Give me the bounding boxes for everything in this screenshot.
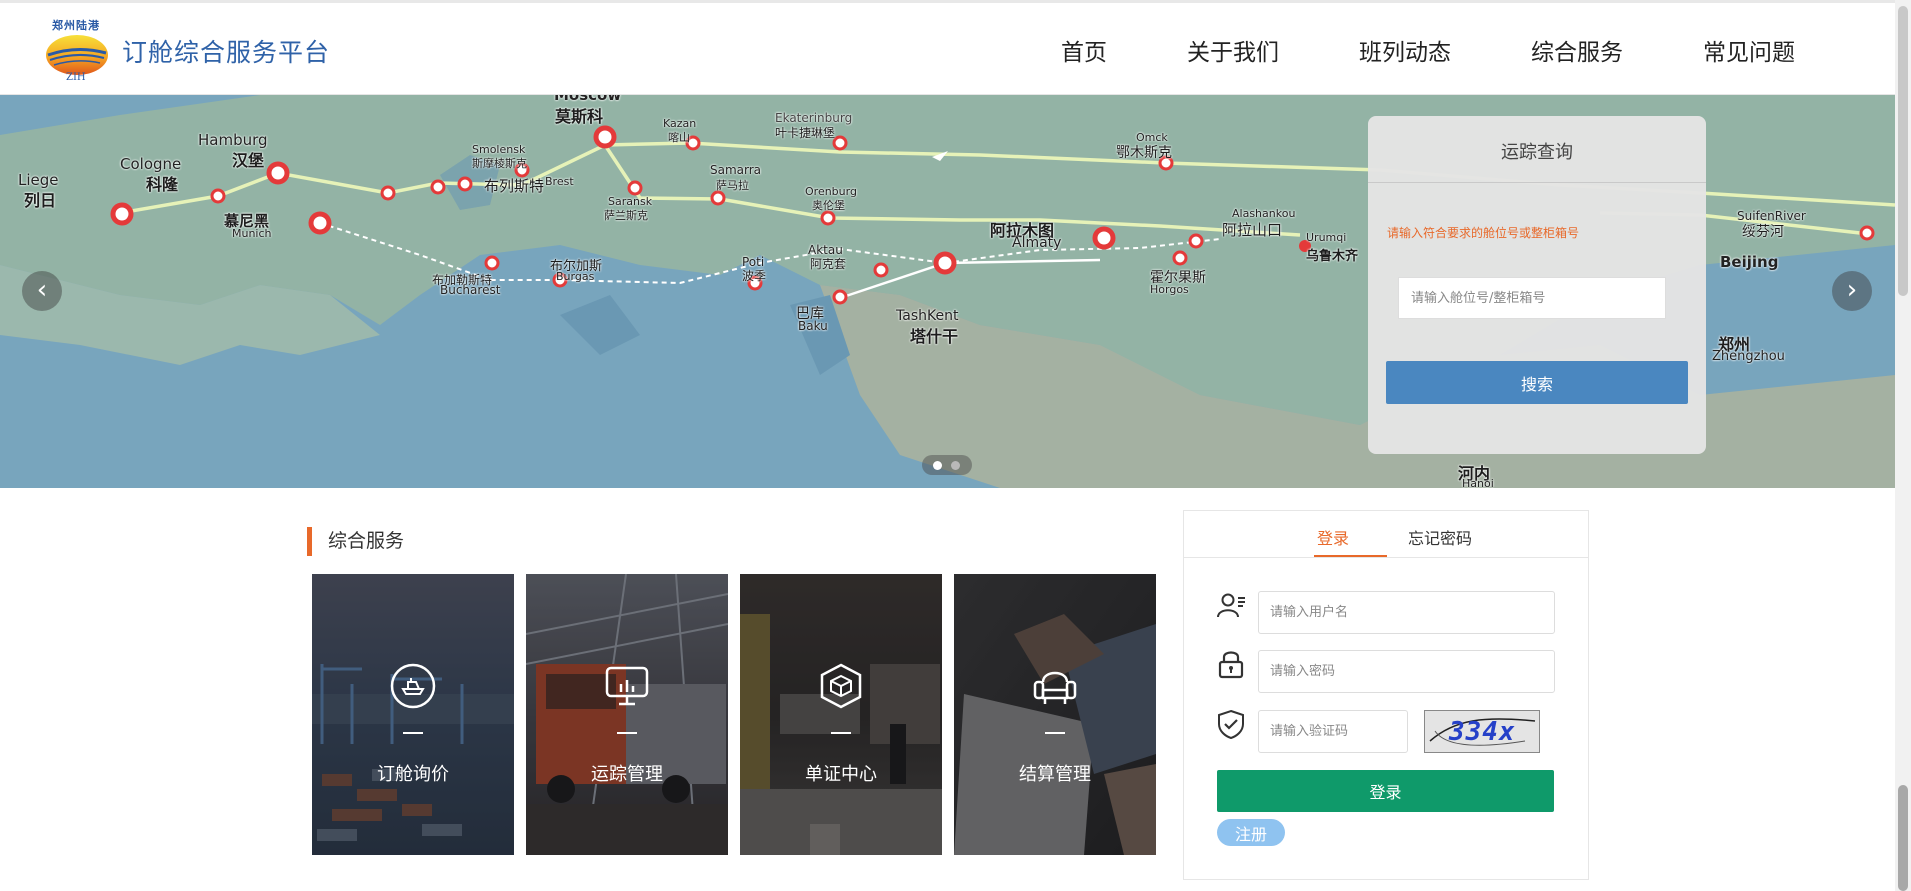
map-label: 绥芬河	[1742, 224, 1784, 240]
card-divider	[1045, 732, 1065, 734]
map-label: 叶卡捷琳堡	[775, 126, 836, 140]
map-label: 萨兰斯克	[604, 209, 648, 222]
tracking-panel: 运踪查询 请输入符合要求的舱位号或整柜箱号 搜索	[1368, 116, 1706, 454]
office-photo	[954, 574, 1156, 855]
services-title: 综合服务	[307, 527, 404, 556]
login-panel: 登录 忘记密码 334x 登录	[1183, 510, 1589, 880]
map-label: 喀山	[668, 131, 690, 144]
carousel-dot-2[interactable]	[951, 461, 960, 470]
carousel-dot-1[interactable]	[933, 461, 942, 470]
main-nav: 首页 关于我们 班列动态 综合服务 常见问题	[1021, 33, 1835, 67]
tab-login[interactable]: 登录	[1317, 525, 1349, 549]
register-button[interactable]: 注册	[1217, 819, 1285, 846]
map-label: 汉堡	[232, 151, 265, 170]
map-label: 列日	[24, 191, 57, 210]
service-card-booking[interactable]: 订舱询价	[312, 574, 514, 855]
carousel-next-button[interactable]: ›	[1832, 271, 1872, 311]
captcha-text: 334x	[1449, 717, 1516, 747]
map-label: 莫斯科	[555, 107, 604, 126]
service-label: 运踪管理	[591, 764, 663, 785]
logo-emblem-icon	[46, 35, 108, 75]
user-icon	[1217, 593, 1245, 618]
map-label: 波季	[742, 269, 767, 283]
service-label: 结算管理	[1019, 764, 1091, 785]
map-label-en: Munich	[232, 227, 272, 240]
nav-train-news[interactable]: 班列动态	[1319, 33, 1491, 67]
map-label-en: Zhengzhou	[1712, 349, 1785, 364]
password-input[interactable]	[1258, 650, 1555, 693]
card-divider	[403, 732, 423, 734]
username-input[interactable]	[1258, 591, 1555, 634]
service-card-documents[interactable]: 单证中心	[740, 574, 942, 855]
terminal-photo	[740, 574, 942, 855]
ship-icon	[390, 663, 436, 709]
captcha-image[interactable]: 334x	[1424, 710, 1540, 753]
map-label-en: Almaty	[1012, 235, 1062, 251]
card-divider	[617, 732, 637, 734]
cube-icon	[820, 663, 862, 709]
login-button[interactable]: 登录	[1217, 770, 1554, 812]
card-divider	[831, 732, 851, 734]
map-label-en: Beijing	[1720, 253, 1779, 271]
tab-forgot-password[interactable]: 忘记密码	[1408, 525, 1472, 549]
map-label-en: Bucharest	[440, 283, 501, 297]
map-label-en: TashKent	[896, 308, 959, 324]
truck-photo	[526, 574, 728, 855]
tracking-hint: 请输入符合要求的舱位号或整柜箱号	[1387, 226, 1580, 240]
nav-home[interactable]: 首页	[1021, 33, 1147, 67]
header: 郑州陆港 ZIH 订舱综合服务平台 首页 关于我们 班列动态 综合服务 常见问题	[0, 3, 1895, 95]
service-card-settlement[interactable]: 结算管理	[954, 574, 1156, 855]
map-label-en: Ekaterinburg	[775, 111, 853, 125]
map-label: 阿拉山口	[1222, 221, 1283, 239]
map-label-en: Hanoi	[1462, 477, 1494, 488]
map-label-en: Horgos	[1150, 283, 1189, 296]
map-label: 阿克套	[810, 257, 847, 271]
site-title: 订舱综合服务平台	[122, 38, 331, 67]
map-label: 鄂木斯克	[1116, 145, 1172, 161]
divider	[1368, 182, 1706, 183]
carousel-prev-button[interactable]: ‹	[22, 271, 62, 311]
map-label: 斯摩棱斯克	[472, 157, 527, 170]
armchair-icon	[1033, 671, 1077, 704]
captcha-input[interactable]	[1258, 710, 1408, 753]
shield-check-icon	[1218, 709, 1244, 739]
map-label-en: Baku	[798, 319, 828, 333]
carousel-indicator	[922, 455, 972, 475]
logo-sub: ZIH	[66, 72, 86, 83]
map-label: 布列斯特	[484, 177, 545, 195]
monitor-icon	[605, 666, 649, 706]
map-label-en: Urumqi	[1306, 231, 1347, 244]
login-tabs: 登录 忘记密码	[1184, 511, 1588, 558]
scrollbar-thumb[interactable]	[1898, 6, 1908, 296]
map-label: 科隆	[146, 175, 179, 194]
scrollbar-thumb-lower[interactable]	[1898, 785, 1908, 891]
map-label-en: Burgas	[556, 270, 595, 283]
nav-services[interactable]: 综合服务	[1491, 33, 1663, 67]
logo-text: 郑州陆港	[52, 19, 100, 32]
logo[interactable]: 郑州陆港 ZIH	[44, 15, 110, 87]
service-label: 单证中心	[805, 764, 877, 785]
nav-about[interactable]: 关于我们	[1147, 33, 1319, 67]
map-label-en: Samarra	[710, 163, 762, 177]
tracking-search-button[interactable]: 搜索	[1386, 361, 1688, 404]
tracking-input[interactable]	[1398, 277, 1666, 319]
port-photo	[312, 574, 514, 855]
service-card-tracking[interactable]: 运踪管理	[526, 574, 728, 855]
map-label-en: Brest	[545, 175, 574, 188]
map-label: 萨马拉	[716, 179, 749, 192]
map-label: 奥伦堡	[812, 199, 845, 212]
map-label: 乌鲁木齐	[1306, 249, 1359, 264]
page-scrollbar[interactable]	[1895, 0, 1911, 891]
active-tab-indicator	[1314, 555, 1387, 557]
page: 郑州陆港 ZIH 订舱综合服务平台 首页 关于我们 班列动态 综合服务 常见问题…	[0, 0, 1911, 891]
map-label: 塔什干	[910, 327, 959, 346]
service-label: 订舱询价	[377, 764, 449, 785]
nav-faq[interactable]: 常见问题	[1663, 33, 1835, 67]
lock-icon	[1218, 651, 1244, 679]
tracking-title: 运踪查询	[1501, 142, 1573, 163]
